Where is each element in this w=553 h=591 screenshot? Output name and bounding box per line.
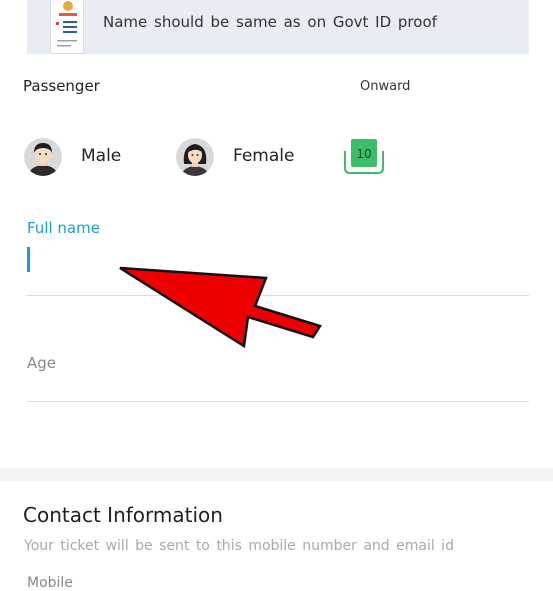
passenger-details-page: Name should be same as on Govt ID proof …	[0, 0, 553, 591]
annotation-arrow-icon	[119, 266, 322, 349]
